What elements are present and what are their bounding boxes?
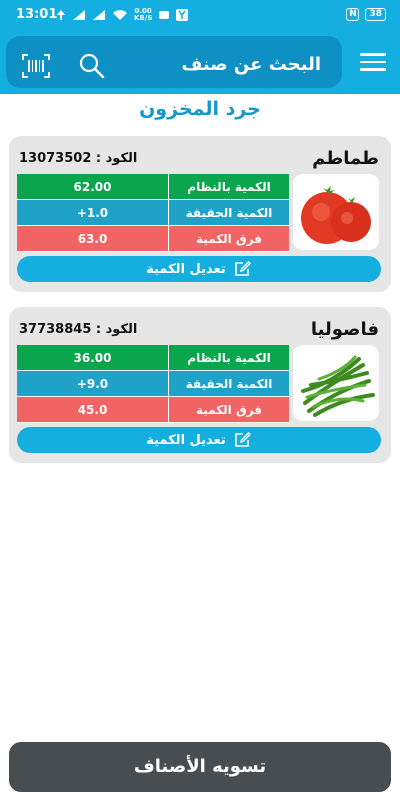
actual-qty-value[interactable]: +9.0	[17, 371, 169, 396]
row-system-qty: 62.00 الكمية بالنظام	[17, 174, 289, 200]
row-qty-diff: 45.0 فرق الكمية	[17, 397, 289, 423]
qty-diff-value: 45.0	[17, 397, 169, 422]
net-speed: 0.00 KB/S	[134, 7, 153, 22]
y-app-icon	[176, 9, 189, 21]
qty-diff-value: 63.0	[17, 226, 169, 251]
row-actual-qty: +9.0 الكمية الحقيقة	[17, 371, 289, 397]
quantity-table: 36.00 الكمية بالنظام +9.0 الكمية الحقيقة…	[17, 345, 289, 423]
item-card: طماطم الكود : 13073502 62.00 الكمية بالن…	[9, 136, 391, 292]
row-system-qty: 36.00 الكمية بالنظام	[17, 345, 289, 371]
item-name: طماطم	[312, 148, 379, 169]
header-title[interactable]: البحث عن صنف	[156, 54, 321, 75]
item-code-label: الكود :	[95, 322, 138, 337]
edit-icon	[234, 261, 251, 276]
system-qty-value: 36.00	[17, 345, 169, 370]
system-qty-value: 62.00	[17, 174, 169, 199]
edit-quantity-button[interactable]: تعديل الكمية	[17, 256, 381, 282]
row-actual-qty: +1.0 الكمية الحقيقة	[17, 200, 289, 226]
menu-icon[interactable]	[360, 53, 386, 73]
notification-arrow-icon	[57, 10, 65, 20]
status-time: 13:01	[16, 7, 58, 22]
status-icons: 0.00 KB/S	[56, 7, 189, 22]
status-right: N 38	[346, 8, 386, 21]
actual-qty-label: الكمية الحقيقة	[185, 377, 273, 391]
battery-indicator: 38	[365, 8, 386, 21]
item-card: فاصوليا الكود : 37738845 36.00 الكمية با…	[9, 307, 391, 463]
page-title: جرد المخزون	[139, 98, 261, 120]
nfc-icon: N	[346, 8, 360, 21]
item-code: الكود : 37738845	[19, 322, 137, 337]
item-code: الكود : 13073502	[19, 151, 137, 166]
system-qty-label: الكمية بالنظام	[187, 180, 271, 194]
qty-diff-label: فرق الكمية	[195, 403, 263, 417]
item-code-label: الكود :	[95, 151, 138, 166]
settle-items-button[interactable]: تسويه الأصناف	[9, 742, 391, 792]
system-qty-label: الكمية بالنظام	[187, 351, 271, 365]
item-code-value: 37738845	[19, 322, 92, 337]
actual-qty-label: الكمية الحقيقة	[185, 206, 273, 220]
qty-diff-label: فرق الكمية	[195, 232, 263, 246]
item-name: فاصوليا	[310, 319, 379, 340]
edit-quantity-label: تعديل الكمية	[146, 261, 226, 277]
signal-icon	[73, 10, 85, 20]
search-icon[interactable]	[78, 52, 106, 80]
wifi-icon	[113, 10, 127, 20]
search-bar[interactable]: البحث عن صنف	[6, 36, 342, 88]
quantity-table: 62.00 الكمية بالنظام +1.0 الكمية الحقيقة…	[17, 174, 289, 252]
app-header: البحث عن صنف	[0, 32, 400, 94]
barcode-scan-icon[interactable]	[22, 54, 50, 78]
item-image-green-beans	[293, 345, 379, 421]
app-notification-icon	[159, 11, 170, 19]
status-bar: 13:01 0.00 KB/S N 38	[0, 0, 400, 32]
actual-qty-value[interactable]: +1.0	[17, 200, 169, 225]
item-image-tomato	[293, 174, 379, 250]
edit-quantity-label: تعديل الكمية	[146, 432, 226, 448]
item-code-value: 13073502	[19, 151, 92, 166]
edit-icon	[234, 432, 251, 447]
row-qty-diff: 63.0 فرق الكمية	[17, 226, 289, 252]
signal-icon-2	[93, 10, 105, 20]
edit-quantity-button[interactable]: تعديل الكمية	[17, 427, 381, 453]
